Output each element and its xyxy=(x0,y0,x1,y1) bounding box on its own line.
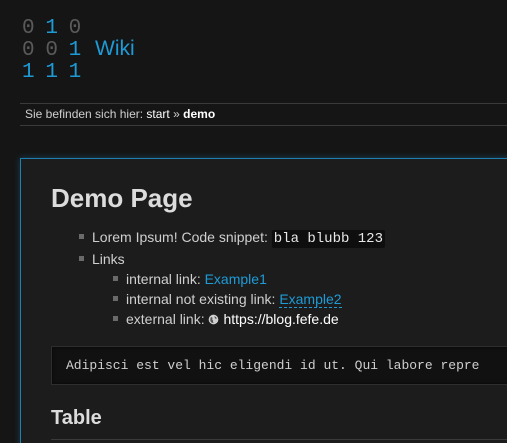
external-link[interactable]: https://blog.fefe.de xyxy=(208,311,339,327)
list-item-text: Lorem Ipsum! Code snippet: xyxy=(92,229,268,245)
logo-bit: 1 xyxy=(45,17,58,40)
list-item: Lorem Ipsum! Code snippet: bla blubb 123 xyxy=(79,227,385,249)
code-block: Adipisci est vel hic eligendi id ut. Qui… xyxy=(51,346,507,385)
logo-bit: 1 xyxy=(68,61,82,84)
missing-link-label: internal not existing link: xyxy=(126,291,276,307)
external-link-text: https://blog.fefe.de xyxy=(223,311,339,327)
breadcrumb-prefix: Sie befinden sich hier: xyxy=(25,107,144,121)
list-item-text: Links xyxy=(92,251,125,267)
logo-bit: 0 xyxy=(22,17,35,40)
globe-icon xyxy=(209,314,219,325)
wiki-page: 0 1 0 0 0 1 1 1 1 Wiki Sie befinden sich… xyxy=(0,0,507,443)
logo-bit: 1 xyxy=(45,61,58,84)
logo-bit: 1 xyxy=(22,61,35,84)
section-divider xyxy=(51,439,507,440)
page-title: Demo Page xyxy=(51,183,193,213)
breadcrumb: Sie befinden sich hier: start » demo xyxy=(20,103,507,126)
list-item: internal link: Example1 xyxy=(113,269,385,289)
logo-bit: 0 xyxy=(22,39,35,62)
logo-row: 0 1 0 xyxy=(22,18,92,40)
logo-bit: 1 xyxy=(68,39,82,62)
list-item: external link: https://blog.fefe.de xyxy=(113,309,385,329)
list-item: Links internal link: Example1 internal n… xyxy=(79,249,385,329)
logo-row: 0 0 1 xyxy=(22,40,92,62)
external-link-label: external link: xyxy=(126,311,205,327)
list-item: internal not existing link: Example2 xyxy=(113,289,385,309)
logo-bit: 0 xyxy=(45,39,58,62)
internal-link-label: internal link: xyxy=(126,271,201,287)
breadcrumb-separator: » xyxy=(173,107,180,121)
section-heading-table: Table xyxy=(51,407,102,429)
content-list: Lorem Ipsum! Code snippet: bla blubb 123… xyxy=(79,227,385,329)
site-title-link[interactable]: Wiki xyxy=(95,37,135,61)
internal-link[interactable]: Example1 xyxy=(205,271,267,287)
logo-bit: 0 xyxy=(68,17,82,40)
missing-page-link[interactable]: Example2 xyxy=(279,291,342,308)
content-panel: Demo Page Lorem Ipsum! Code snippet: bla… xyxy=(20,158,507,443)
logo-row: 1 1 1 xyxy=(22,62,92,84)
breadcrumb-current: demo xyxy=(183,107,216,121)
links-sublist: internal link: Example1 internal not exi… xyxy=(92,269,385,329)
breadcrumb-start-link[interactable]: start xyxy=(146,107,169,121)
inline-code: bla blubb 123 xyxy=(271,230,385,248)
site-logo[interactable]: 0 1 0 0 0 1 1 1 1 xyxy=(22,18,92,84)
